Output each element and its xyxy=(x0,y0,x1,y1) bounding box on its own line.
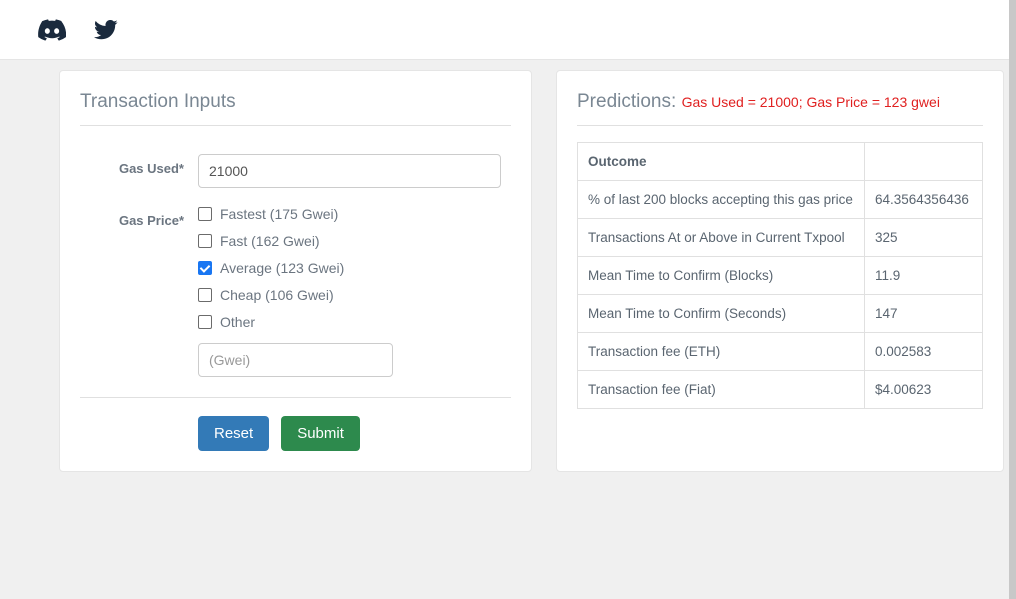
predictions-table: Outcome % of last 200 blocks accepting t… xyxy=(577,142,983,409)
table-row: Mean Time to Confirm (Blocks) 11.9 xyxy=(578,257,983,295)
checkbox-icon xyxy=(198,315,212,329)
table-row: Transaction fee (ETH) 0.002583 xyxy=(578,333,983,371)
row-value: 11.9 xyxy=(865,257,983,295)
checkbox-icon xyxy=(198,234,212,248)
discord-icon[interactable] xyxy=(38,19,66,41)
table-row: % of last 200 blocks accepting this gas … xyxy=(578,181,983,219)
row-value: 147 xyxy=(865,295,983,333)
checkbox-icon xyxy=(198,261,212,275)
predictions-title: Predictions: Gas Used = 21000; Gas Price… xyxy=(577,91,983,113)
outcome-header: Outcome xyxy=(578,143,865,181)
divider xyxy=(577,125,983,126)
twitter-icon[interactable] xyxy=(94,20,118,40)
option-label: Cheap (106 Gwei) xyxy=(220,287,334,303)
table-row: Transactions At or Above in Current Txpo… xyxy=(578,219,983,257)
other-gwei-input[interactable] xyxy=(198,343,393,377)
row-value: $4.00623 xyxy=(865,371,983,409)
predictions-title-text: Predictions: xyxy=(577,91,676,112)
top-bar xyxy=(0,0,1016,60)
row-label: Transactions At or Above in Current Txpo… xyxy=(578,219,865,257)
checkbox-icon xyxy=(198,207,212,221)
predictions-subtitle: Gas Used = 21000; Gas Price = 123 gwei xyxy=(682,94,940,110)
row-value: 325 xyxy=(865,219,983,257)
row-label: % of last 200 blocks accepting this gas … xyxy=(578,181,865,219)
row-label: Transaction fee (Fiat) xyxy=(578,371,865,409)
option-average[interactable]: Average (123 Gwei) xyxy=(198,260,511,276)
reset-button[interactable]: Reset xyxy=(198,416,269,451)
row-label: Mean Time to Confirm (Seconds) xyxy=(578,295,865,333)
option-label: Fastest (175 Gwei) xyxy=(220,206,338,222)
gas-used-label: Gas Used* xyxy=(80,154,198,188)
predictions-card: Predictions: Gas Used = 21000; Gas Price… xyxy=(556,70,1004,472)
gas-price-options: Fastest (175 Gwei) Fast (162 Gwei) Avera… xyxy=(198,206,511,377)
option-fastest[interactable]: Fastest (175 Gwei) xyxy=(198,206,511,222)
option-label: Fast (162 Gwei) xyxy=(220,233,320,249)
option-cheap[interactable]: Cheap (106 Gwei) xyxy=(198,287,511,303)
table-row: Transaction fee (Fiat) $4.00623 xyxy=(578,371,983,409)
option-label: Average (123 Gwei) xyxy=(220,260,344,276)
row-label: Mean Time to Confirm (Blocks) xyxy=(578,257,865,295)
scrollbar[interactable] xyxy=(1009,0,1016,599)
option-other[interactable]: Other xyxy=(198,314,511,330)
option-fast[interactable]: Fast (162 Gwei) xyxy=(198,233,511,249)
inputs-title: Transaction Inputs xyxy=(80,91,511,113)
value-header xyxy=(865,143,983,181)
table-row: Mean Time to Confirm (Seconds) 147 xyxy=(578,295,983,333)
option-label: Other xyxy=(220,314,255,330)
row-label: Transaction fee (ETH) xyxy=(578,333,865,371)
gas-used-input[interactable] xyxy=(198,154,501,188)
transaction-inputs-card: Transaction Inputs Gas Used* Gas Price* … xyxy=(59,70,532,472)
checkbox-icon xyxy=(198,288,212,302)
submit-button[interactable]: Submit xyxy=(281,416,360,451)
row-value: 0.002583 xyxy=(865,333,983,371)
gas-price-label: Gas Price* xyxy=(80,206,198,377)
divider xyxy=(80,125,511,126)
row-value: 64.3564356436 xyxy=(865,181,983,219)
